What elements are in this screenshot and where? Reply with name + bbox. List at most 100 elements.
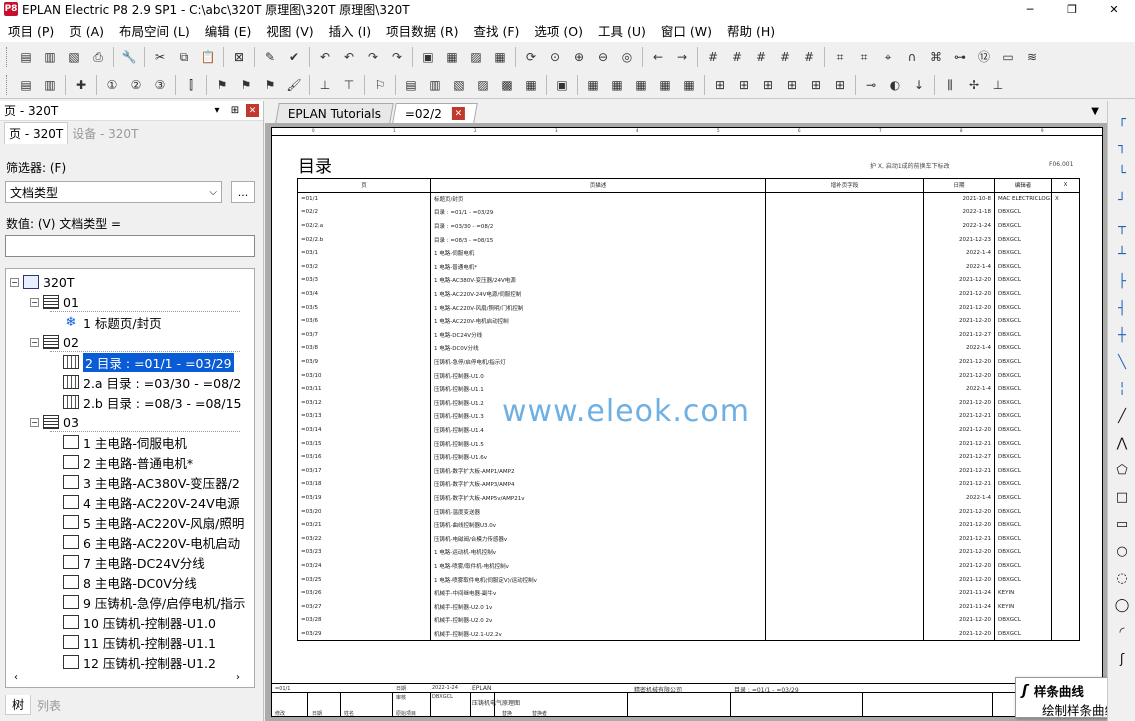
device-d-icon[interactable]: ▦ <box>654 74 676 96</box>
tree-item[interactable]: 3 主电路-AC380V-变压器/2 <box>50 472 240 492</box>
panel-pin-icon[interactable]: ⊞ <box>228 105 242 116</box>
plug-icon[interactable]: ⊸ <box>860 74 882 96</box>
cross-icon[interactable]: ┼ <box>1112 325 1132 345</box>
number-3-icon[interactable]: ③ <box>149 74 171 96</box>
tree-item[interactable]: 4 主电路-AC220V-24V电源 <box>50 492 240 512</box>
terminal-c-icon[interactable]: ⊞ <box>757 74 779 96</box>
macro-icon[interactable]: ▣ <box>551 74 573 96</box>
snap-grid-icon[interactable]: ⌗ <box>853 46 875 68</box>
wire-c-icon[interactable]: ⊥ <box>987 74 1009 96</box>
corner-bottom-right-icon[interactable]: ┘ <box>1112 190 1132 210</box>
wifi-icon[interactable]: ≋ <box>1021 46 1043 68</box>
tree-item[interactable]: 9 压铸机-急停/启停电机/指示 <box>50 592 245 612</box>
spline-icon[interactable]: ʃ <box>1112 649 1132 669</box>
device-c-icon[interactable]: ▦ <box>630 74 652 96</box>
circle-dashed-icon[interactable]: ◌ <box>1112 568 1132 588</box>
terminal-b-icon[interactable]: ⊞ <box>733 74 755 96</box>
flag-violet-icon[interactable]: ⚑ <box>259 74 281 96</box>
copy-icon[interactable]: ⧉ <box>173 46 195 68</box>
tree-item[interactable]: 2.b 目录 : =08/3 - =08/15 <box>50 392 242 412</box>
menu-item-3[interactable]: 编辑 (E) <box>205 21 252 40</box>
tree-item[interactable]: − 02 <box>30 332 79 352</box>
tee-right-icon[interactable]: ├ <box>1112 271 1132 291</box>
terminal-f-icon[interactable]: ⊞ <box>829 74 851 96</box>
break-icon[interactable]: ╎ <box>1112 379 1132 399</box>
flag-blue-icon[interactable]: ⚑ <box>235 74 257 96</box>
collapse-icon[interactable]: − <box>10 277 19 287</box>
terminal-d-icon[interactable]: ⊞ <box>781 74 803 96</box>
restore-button[interactable]: ❐ <box>1051 0 1093 18</box>
menu-item-10[interactable]: 窗口 (W) <box>661 21 712 40</box>
tab-pages[interactable]: 页 - 320T <box>4 122 69 144</box>
delete-icon[interactable]: ⊠ <box>228 46 250 68</box>
tree-item[interactable]: 2 主电路-普通电机* <box>50 452 193 472</box>
close-button[interactable]: ✕ <box>1093 0 1135 18</box>
number-2-icon[interactable]: ② <box>125 74 147 96</box>
diagonal-icon[interactable]: ╲ <box>1112 352 1132 372</box>
link-icon[interactable]: ⊥ <box>314 74 336 96</box>
refresh-icon[interactable]: ⟳ <box>520 46 542 68</box>
page-new-icon[interactable]: ▧ <box>63 46 85 68</box>
grid-b-icon[interactable]: # <box>726 46 748 68</box>
filter-more-button[interactable]: ... <box>231 181 255 203</box>
grid-a-icon[interactable]: # <box>702 46 724 68</box>
polyline-icon[interactable]: ⋀ <box>1112 433 1132 453</box>
collapse-icon[interactable]: − <box>30 337 39 347</box>
new-project-icon[interactable]: ▤ <box>15 46 37 68</box>
grid-d-icon[interactable]: # <box>774 46 796 68</box>
rect-center-icon[interactable]: ▭ <box>1112 514 1132 534</box>
tree-item[interactable]: 6 主电路-AC220V-电机启动 <box>50 532 240 552</box>
tree-item[interactable]: 11 压铸机-控制器-U1.1 <box>50 632 216 652</box>
menu-item-4[interactable]: 视图 (V) <box>266 21 313 40</box>
tee-up-icon[interactable]: ┴ <box>1112 244 1132 264</box>
arrow-down-icon[interactable]: ↓ <box>908 74 930 96</box>
plugin-icon[interactable]: ✚ <box>70 74 92 96</box>
polygon-icon[interactable]: ⬠ <box>1112 460 1132 480</box>
menu-item-9[interactable]: 工具 (U) <box>598 21 646 40</box>
menu-item-2[interactable]: 布局空间 (L) <box>119 21 190 40</box>
link-down-icon[interactable]: ⊤ <box>338 74 360 96</box>
menu-item-7[interactable]: 查找 (F) <box>474 21 520 40</box>
terminal-e-icon[interactable]: ⊞ <box>805 74 827 96</box>
undo-icon[interactable]: ↶ <box>314 46 336 68</box>
collapse-icon[interactable]: − <box>30 417 39 427</box>
doc-a-icon[interactable]: ▤ <box>400 74 422 96</box>
zoom-in-icon[interactable]: ⊕ <box>568 46 590 68</box>
magnet-icon[interactable]: ∩ <box>901 46 923 68</box>
zoom-out-icon[interactable]: ⊖ <box>592 46 614 68</box>
tree-item[interactable]: 12 压铸机-控制器-U1.2 <box>50 652 216 672</box>
snap-object-icon[interactable]: ⌖ <box>877 46 899 68</box>
panel-dropdown-icon[interactable]: ▾ <box>210 105 224 116</box>
doc-c-icon[interactable]: ▧ <box>448 74 470 96</box>
tree-item[interactable]: ❄ 1 标题页/封页 <box>50 312 162 332</box>
line-icon[interactable]: ╱ <box>1112 406 1132 426</box>
device-e-icon[interactable]: ▦ <box>678 74 700 96</box>
tab-devices[interactable]: 设备 - 320T <box>68 123 142 144</box>
format-painter-icon[interactable]: ✎ <box>259 46 281 68</box>
redo-icon[interactable]: ↷ <box>362 46 384 68</box>
tab-page-02-2[interactable]: =02/2 ✕ <box>392 103 478 123</box>
properties-icon[interactable]: ▣ <box>417 46 439 68</box>
doc-d-icon[interactable]: ▨ <box>472 74 494 96</box>
tree-item[interactable]: − 01 <box>30 292 79 312</box>
tree-item[interactable]: 8 主电路-DC0V分线 <box>50 572 197 592</box>
print-icon[interactable]: ⎙ <box>87 46 109 68</box>
doc-e-icon[interactable]: ▩ <box>496 74 518 96</box>
numbering-icon[interactable]: ⑫ <box>973 46 995 68</box>
number-1-icon[interactable]: ① <box>101 74 123 96</box>
redo-list-icon[interactable]: ↷ <box>386 46 408 68</box>
tree-item[interactable]: 7 主电路-DC24V分线 <box>50 552 205 572</box>
tree-item[interactable]: − 320T <box>10 272 75 292</box>
filter-select[interactable]: 文档类型 ⌵ <box>5 181 222 203</box>
menu-item-11[interactable]: 帮助 (H) <box>727 21 775 40</box>
page-list-icon[interactable]: ▥ <box>39 74 61 96</box>
cut-icon[interactable]: ✂ <box>149 46 171 68</box>
tab-list-dropdown-icon[interactable]: ▼ <box>1091 106 1099 117</box>
flag-green-icon[interactable]: ⚑ <box>211 74 233 96</box>
close-icon[interactable]: ✕ <box>452 107 466 120</box>
scroll-left-icon[interactable]: ‹ <box>14 672 18 683</box>
tree-item[interactable]: 5 主电路-AC220V-风扇/照明 <box>50 512 244 532</box>
menu-item-5[interactable]: 插入 (I) <box>329 21 371 40</box>
back-arrow-icon[interactable]: ← <box>647 46 669 68</box>
menu-item-1[interactable]: 页 (A) <box>69 21 104 40</box>
